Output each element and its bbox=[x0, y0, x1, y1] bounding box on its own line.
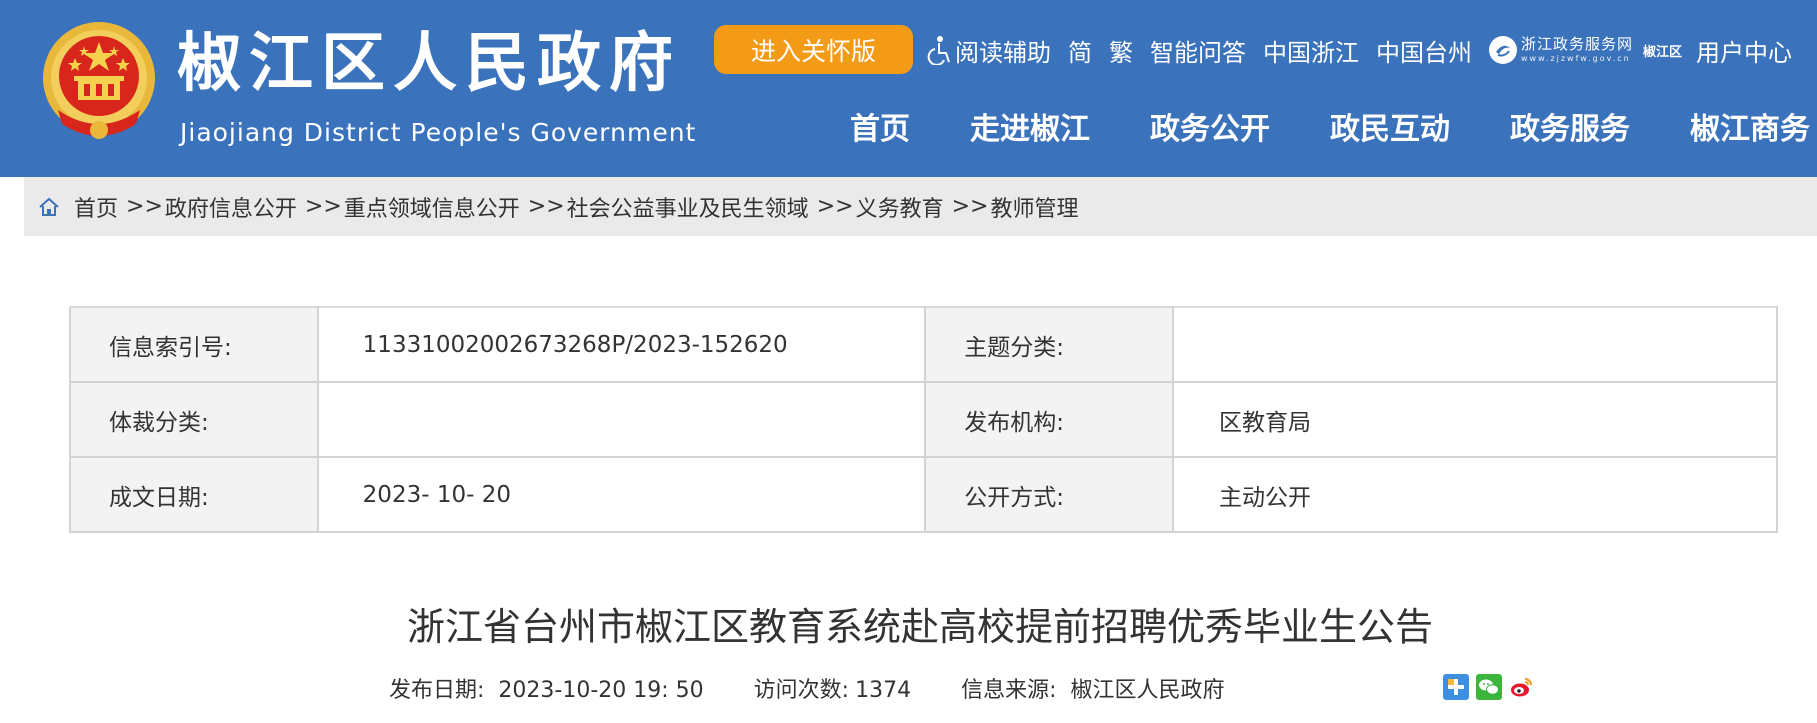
top-links: 阅读辅助 简 繁 智能问答 中国浙江 中国台州 浙江政务服务网 www.zjzw… bbox=[925, 32, 1809, 68]
zwfw-name: 浙江政务服务网 bbox=[1521, 35, 1634, 53]
accessibility-icon bbox=[927, 36, 950, 65]
visit-count-value: 1374 bbox=[855, 678, 912, 703]
info-table: 信息索引号: 11331002002673268P/2023-152620 主题… bbox=[69, 306, 1779, 533]
simplified-link[interactable]: 简 bbox=[1068, 33, 1092, 68]
org-value: 区教育局 bbox=[1171, 381, 1779, 458]
nav-about-jiaojiang[interactable]: 走进椒江 bbox=[970, 110, 1090, 149]
breadcrumb-teacher-mgmt[interactable]: 教师管理 bbox=[990, 191, 1078, 223]
genre-value bbox=[316, 381, 927, 458]
china-taizhou-link[interactable]: 中国台州 bbox=[1376, 33, 1472, 68]
publish-date: 发布日期: 2023-10-20 19: 50 bbox=[389, 672, 704, 704]
nav-commerce[interactable]: 椒江商务 bbox=[1690, 110, 1810, 149]
zwfw-link[interactable]: 浙江政务服务网 www.zjzwfw.gov.cn 椒江区 bbox=[1489, 36, 1682, 64]
table-row: 体裁分类: 发布机构: 区教育局 bbox=[69, 381, 1779, 458]
org-label: 发布机构: bbox=[924, 381, 1174, 458]
china-zhejiang-link[interactable]: 中国浙江 bbox=[1263, 33, 1359, 68]
breadcrumb-separator: >> bbox=[304, 194, 342, 219]
publish-date-value: 2023-10-20 19: 50 bbox=[498, 678, 704, 703]
publish-date-label: 发布日期: bbox=[389, 678, 485, 703]
index-value: 11331002002673268P/2023-152620 bbox=[316, 306, 927, 383]
home-icon bbox=[39, 197, 59, 216]
weibo-icon[interactable] bbox=[1509, 674, 1535, 700]
zwfw-area: 椒江区 bbox=[1643, 44, 1683, 60]
genre-label: 体裁分类: bbox=[69, 381, 319, 458]
table-row: 信息索引号: 11331002002673268P/2023-152620 主题… bbox=[69, 306, 1779, 383]
open-label: 公开方式: bbox=[924, 456, 1174, 533]
breadcrumb: 首页 >> 政府信息公开 >> 重点领域信息公开 >> 社会公益事业及民生领域 … bbox=[24, 177, 1817, 236]
table-row: 成文日期: 2023- 10- 20 公开方式: 主动公开 bbox=[69, 456, 1779, 533]
info-source: 信息来源: 椒江区人民政府 bbox=[961, 672, 1224, 704]
breadcrumb-key-areas[interactable]: 重点领域信息公开 bbox=[344, 191, 520, 223]
topic-value bbox=[1171, 306, 1779, 383]
breadcrumb-separator: >> bbox=[126, 194, 163, 219]
breadcrumb-compulsory-edu[interactable]: 义务教育 bbox=[856, 191, 944, 223]
traditional-link[interactable]: 繁 bbox=[1109, 33, 1133, 68]
user-center-link[interactable]: 用户中心 bbox=[1696, 33, 1792, 68]
breadcrumb-public-welfare[interactable]: 社会公益事业及民生领域 bbox=[567, 191, 809, 223]
zwfw-url: www.zjzwfw.gov.cn bbox=[1521, 54, 1631, 63]
national-emblem-icon[interactable] bbox=[40, 20, 158, 146]
reading-assist-link[interactable]: 阅读辅助 bbox=[925, 33, 1051, 68]
site-title: 椒江区人民政府 bbox=[177, 26, 681, 101]
breadcrumb-separator: >> bbox=[527, 194, 565, 219]
topic-label: 主题分类: bbox=[924, 306, 1174, 383]
wechat-icon[interactable] bbox=[1476, 674, 1502, 700]
share-plus-icon[interactable] bbox=[1443, 674, 1469, 700]
site-subtitle: Jiaojiang District People's Government bbox=[180, 118, 697, 147]
index-label: 信息索引号: bbox=[69, 306, 319, 383]
smart-qa-link[interactable]: 智能问答 bbox=[1150, 33, 1246, 68]
article-meta: 发布日期: 2023-10-20 19: 50 访问次数: 1374 信息来源: 椒江… bbox=[389, 672, 1275, 704]
visit-count-label: 访问次数: bbox=[753, 678, 850, 703]
breadcrumb-separator: >> bbox=[951, 194, 989, 219]
breadcrumb-gov-info[interactable]: 政府信息公开 bbox=[165, 191, 297, 223]
breadcrumb-separator: >> bbox=[816, 194, 854, 219]
care-version-button[interactable]: 进入关怀版 bbox=[714, 25, 913, 74]
nav-home[interactable]: 首页 bbox=[850, 110, 910, 149]
nav-gov-affairs-open[interactable]: 政务公开 bbox=[1150, 110, 1270, 149]
share-buttons bbox=[1443, 674, 1542, 700]
article-title: 浙江省台州市椒江区教育系统赴高校提前招聘优秀毕业生公告 bbox=[406, 605, 1433, 649]
date-label: 成文日期: bbox=[69, 456, 319, 533]
zwfw-logo-icon bbox=[1489, 36, 1517, 64]
info-source-value: 椒江区人民政府 bbox=[1070, 678, 1225, 703]
reading-assist-label: 阅读辅助 bbox=[955, 38, 1051, 67]
open-value: 主动公开 bbox=[1171, 456, 1779, 533]
site-header: 椒江区人民政府 Jiaojiang District People's Gove… bbox=[0, 0, 1817, 177]
breadcrumb-home[interactable]: 首页 bbox=[74, 191, 118, 223]
nav-interaction[interactable]: 政民互动 bbox=[1330, 110, 1450, 149]
nav-gov-services[interactable]: 政务服务 bbox=[1510, 110, 1630, 149]
date-value: 2023- 10- 20 bbox=[316, 456, 927, 533]
main-nav: 首页 走进椒江 政务公开 政民互动 政务服务 椒江商务 bbox=[850, 110, 1817, 149]
info-source-label: 信息来源: bbox=[961, 678, 1057, 703]
visit-count: 访问次数: 1374 bbox=[754, 672, 911, 704]
